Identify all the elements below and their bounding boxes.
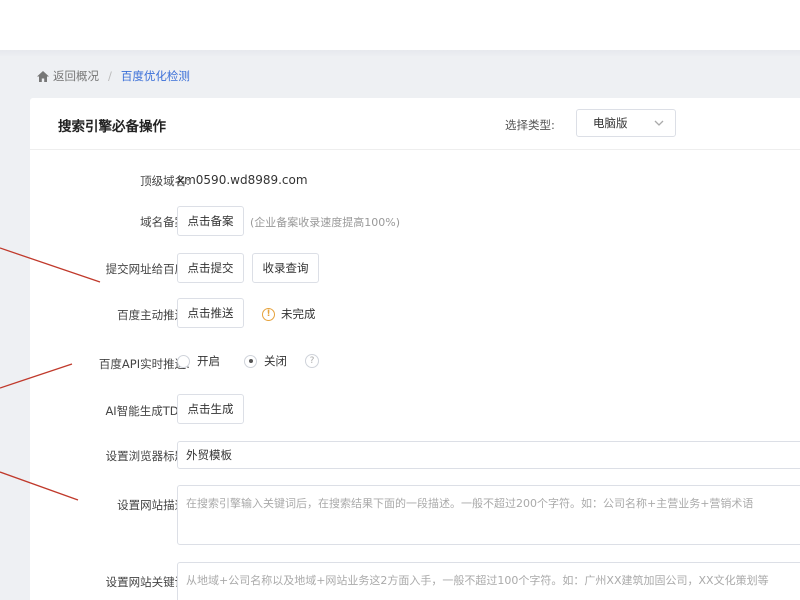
push-button[interactable]: 点击推送 — [177, 298, 244, 328]
type-select-value: 电脑版 — [593, 116, 628, 130]
panel-title: 搜索引擎必备操作 — [58, 119, 166, 135]
push-status-text: 未完成 — [281, 307, 316, 321]
description-textarea[interactable]: 在搜索引擎输入关键词后，在搜索结果下面的一段描述。一般不超过200个字符。如：公… — [177, 485, 800, 545]
push-label: 百度主动推送: — [117, 308, 190, 322]
panel-header: 搜索引擎必备操作 选择类型: 电脑版 — [30, 98, 800, 150]
record-hint: (企业备案收录速度提高100%) — [250, 216, 401, 229]
type-label: 选择类型: — [505, 118, 555, 132]
breadcrumb-back-link[interactable]: 返回概况 — [53, 68, 99, 84]
browser-title-label: 设置浏览器标题: — [105, 449, 190, 463]
type-select[interactable]: 电脑版 — [576, 109, 676, 137]
home-icon[interactable] — [36, 70, 50, 83]
submit-label: 提交网址给百度: — [105, 262, 190, 276]
chevron-down-icon — [654, 120, 664, 126]
seo-panel: 搜索引擎必备操作 选择类型: 电脑版 顶级域名: xm0590.wd8989.c… — [30, 98, 800, 600]
question-circle-icon[interactable]: ? — [305, 354, 319, 368]
breadcrumb-current: 百度优化检测 — [120, 69, 190, 83]
top-bar — [0, 0, 800, 52]
breadcrumb-separator: / — [108, 69, 112, 83]
domain-value: xm0590.wd8989.com — [177, 173, 308, 187]
keywords-label: 设置网站关键词: — [105, 575, 190, 589]
api-off-label[interactable]: 关闭 — [264, 353, 287, 369]
tdk-generate-button[interactable]: 点击生成 — [177, 394, 244, 424]
domain-label: 顶级域名: — [140, 174, 190, 188]
warning-circle-icon: ! — [262, 307, 275, 321]
index-query-button[interactable]: 收录查询 — [252, 253, 319, 283]
tdk-label: AI智能生成TDK: — [105, 404, 190, 418]
description-placeholder: 在搜索引擎输入关键词后，在搜索结果下面的一段描述。一般不超过200个字符。如：公… — [186, 497, 754, 510]
api-on-label[interactable]: 开启 — [197, 353, 220, 369]
browser-title-value: 外贸模板 — [186, 448, 232, 462]
submit-button[interactable]: 点击提交 — [177, 253, 244, 283]
keywords-placeholder: 从地域+公司名称以及地域+网站业务这2方面入手，一般不超过100个字符。如：广州… — [186, 574, 769, 587]
api-label: 百度API实时推送: — [98, 357, 190, 371]
description-label: 设置网站描述: — [117, 498, 190, 512]
record-label: 域名备案: — [140, 215, 190, 229]
api-on-radio[interactable] — [177, 354, 190, 368]
breadcrumb: 返回概况 / 百度优化检测 — [36, 67, 190, 85]
browser-title-input[interactable]: 外贸模板 — [177, 441, 800, 469]
push-status: ! 未完成 — [262, 306, 316, 322]
record-button[interactable]: 点击备案 — [177, 206, 244, 236]
keywords-textarea[interactable]: 从地域+公司名称以及地域+网站业务这2方面入手，一般不超过100个字符。如：广州… — [177, 562, 800, 600]
api-off-radio[interactable] — [244, 354, 257, 368]
api-radio-group: 开启 关闭 ? — [177, 353, 319, 369]
